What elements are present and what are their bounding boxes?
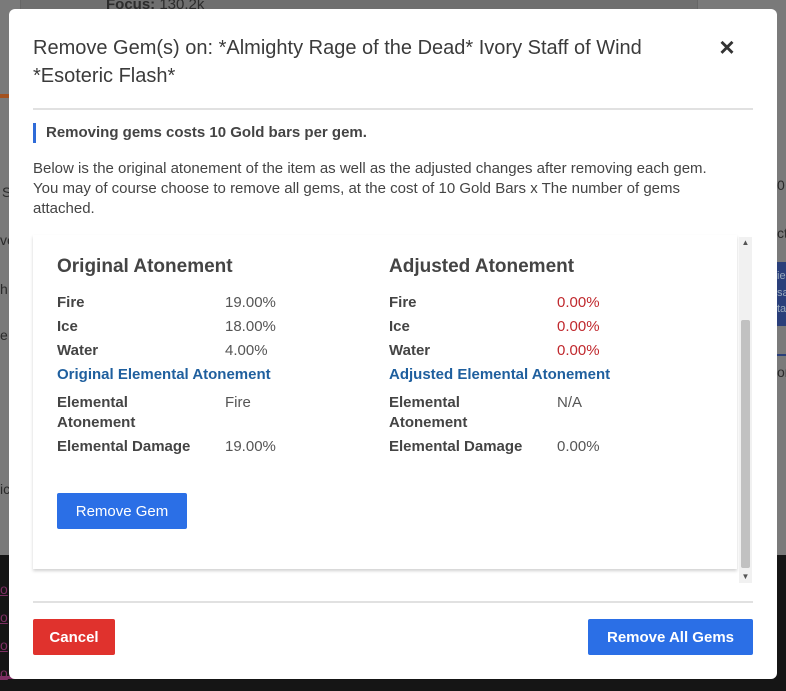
background-fragment: ie [777,270,786,282]
elemental-row: Elemental Atonement N/A [389,393,689,433]
atonement-row: Ice 18.00% [57,317,357,337]
scroll-up-icon[interactable]: ▲ [741,238,750,248]
atonement-label: Fire [389,294,417,311]
background-divider [776,354,786,356]
original-atonement-column: Original Atonement Fire 19.00% Ice 18.00% … [57,255,357,461]
atonement-row: Water 4.00% [57,341,357,361]
background-fragment: ort [777,364,786,380]
header-divider [33,108,753,110]
adjusted-atonement-heading: Adjusted Atonement [389,256,575,277]
background-fragment: sa [777,287,786,299]
background-fragment: ct [777,225,786,241]
original-elemental-heading: Original Elemental Atonement [57,366,271,383]
atonement-label: Water [389,342,431,359]
background-fragment: h [0,281,8,297]
atonement-label: Water [57,342,99,359]
background-link[interactable]: o [0,637,8,653]
atonement-value: 0.00% [557,342,600,359]
background-link[interactable]: o [0,581,8,597]
atonement-row: Fire 0.00% [389,293,689,313]
cost-notice: Removing gems costs 10 Gold bars per gem… [33,123,367,143]
atonement-label: Ice [389,318,410,335]
atonement-value: 18.00% [225,318,276,335]
background-fragment: e [0,327,8,343]
modal-title: Remove Gem(s) on: *Almighty Rage of the … [33,37,642,87]
original-atonement-heading: Original Atonement [57,256,233,277]
elemental-label: Elemental Damage [57,438,191,455]
close-icon[interactable]: × [717,34,737,60]
atonement-row: Ice 0.00% [389,317,689,337]
cancel-button[interactable]: Cancel [33,619,115,655]
atonement-value: 19.00% [225,294,276,311]
remove-gem-button[interactable]: Remove Gem [57,493,187,529]
elemental-row: Elemental Atonement Fire [57,393,357,433]
background-fragment: 0 [777,177,785,193]
elemental-value: N/A [557,394,583,411]
remove-gems-modal: Remove Gem(s) on: *Almighty Rage of the … [9,9,777,679]
panel-scrollbar-thumb[interactable] [741,320,750,568]
atonement-row: Fire 19.00% [57,293,357,313]
atonement-value: 4.00% [225,342,268,359]
atonement-value: 0.00% [557,318,600,335]
elemental-label: Elemental Atonement [389,394,468,431]
atonement-row: Water 0.00% [389,341,689,361]
background-fragment: ta [777,303,786,315]
elemental-value: Fire [225,394,251,411]
remove-all-gems-button[interactable]: Remove All Gems [588,619,753,655]
atonement-value: 0.00% [557,294,600,311]
scroll-down-icon[interactable]: ▼ [741,572,750,582]
elemental-row: Elemental Damage 0.00% [389,437,689,457]
atonement-label: Fire [57,294,85,311]
modal-description: Below is the original atonement of the i… [33,160,707,217]
elemental-label: Elemental Atonement [57,394,136,431]
background-link[interactable]: o [0,609,8,625]
elemental-value: 0.00% [557,438,600,455]
adjusted-elemental-heading: Adjusted Elemental Atonement [389,366,611,383]
adjusted-atonement-column: Adjusted Atonement Fire 0.00% Ice 0.00% Wa… [389,255,689,461]
atonement-label: Ice [57,318,78,335]
elemental-row: Elemental Damage 19.00% [57,437,357,457]
elemental-label: Elemental Damage [389,438,523,455]
footer-divider [33,601,753,603]
elemental-value: 19.00% [225,438,276,455]
